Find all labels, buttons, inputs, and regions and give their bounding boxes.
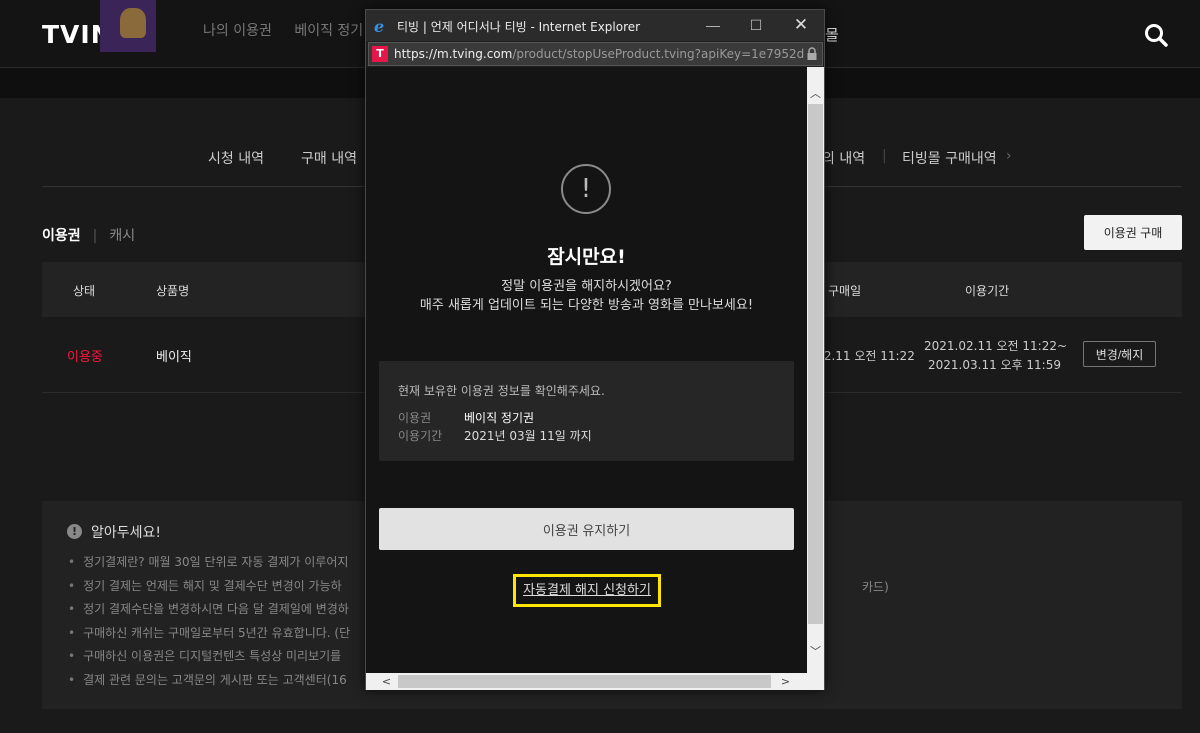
nav-basic-plan[interactable]: 베이직 정기 — [294, 23, 363, 39]
scroll-corner — [807, 673, 824, 690]
scroll-down-icon[interactable]: ﹀ — [807, 643, 824, 660]
close-button[interactable]: ✕ — [783, 14, 819, 36]
vertical-scrollbar[interactable]: ︿ ﹀ — [807, 67, 824, 673]
exclamation-icon: ! — [67, 524, 82, 539]
list-item: 정기 결제수단을 변경하시면 다음 달 결제일에 변경하 — [68, 600, 350, 624]
search-icon[interactable] — [1143, 22, 1169, 48]
url-text[interactable]: https://m.tving.com/product/stopUseProdu… — [394, 47, 804, 61]
subtab-ticket[interactable]: 이용권 — [42, 228, 81, 244]
lock-icon — [807, 47, 817, 60]
address-bar[interactable]: T https://m.tving.com/product/stopUsePro… — [368, 42, 823, 66]
desc-line-2: 매주 새롭게 업데이트 되는 다양한 방송과 영화를 만나보세요! — [419, 298, 754, 313]
col-status: 상태 — [73, 284, 96, 298]
minimize-button[interactable]: — — [695, 14, 731, 36]
tab-purchase-history[interactable]: 구매 내역 — [301, 148, 357, 168]
avatar-image — [120, 8, 146, 38]
popup-content: ! 잠시만요! 정말 이용권을 해지하시겠어요? 매주 새롭게 업데이트 되는 … — [366, 67, 807, 673]
internet-explorer-icon: e — [374, 17, 385, 36]
desc-line-1: 정말 이용권을 해지하시겠어요? — [501, 279, 672, 294]
window-title: 티빙 | 언제 어디서나 티빙 - Internet Explorer — [397, 20, 641, 34]
ie-popup-window: e 티빙 | 언제 어디서나 티빙 - Internet Explorer — … — [365, 9, 825, 690]
col-product: 상품명 — [156, 284, 190, 298]
chevron-right-icon[interactable]: › — [1006, 148, 1012, 164]
scroll-right-icon[interactable]: > — [777, 673, 794, 690]
horizontal-scrollbar[interactable]: < > — [366, 673, 807, 690]
ticket-label: 이용권 — [398, 411, 432, 425]
col-purchase-date: 구매일 — [828, 284, 862, 298]
info-heading: 현재 보유한 이용권 정보를 확인해주세요. — [398, 384, 605, 398]
vertical-scroll-thumb[interactable] — [808, 104, 823, 624]
period-end: 2021.03.11 오후 11:59 — [928, 358, 1061, 372]
nav-my-ticket[interactable]: 나의 이용권 — [203, 23, 272, 39]
keep-ticket-button[interactable]: 이용권 유지하기 — [379, 508, 794, 550]
product-name: 베이직 — [156, 350, 192, 365]
scroll-left-icon[interactable]: < — [378, 673, 395, 690]
buy-ticket-button[interactable]: 이용권 구매 — [1084, 215, 1182, 250]
cancel-autopay-link[interactable]: 자동결제 해지 신청하기 — [513, 574, 661, 607]
ticket-info-box: 현재 보유한 이용권 정보를 확인해주세요. 이용권 베이직 정기권 이용기간 … — [379, 361, 794, 461]
scroll-up-icon[interactable]: ︿ — [807, 85, 824, 102]
notice-tail-text: 카드) — [862, 580, 889, 594]
col-period: 이용기간 — [965, 284, 1010, 298]
list-item: 결제 관련 문의는 고객문의 게시판 또는 고객센터(16 — [68, 671, 350, 695]
list-item: 정기결제란? 매월 30일 단위로 자동 결제가 이루어지 — [68, 553, 350, 577]
period-start: 2021.02.11 오전 11:22~ — [924, 339, 1068, 353]
notice-title: 알아두세요! — [91, 525, 162, 541]
popup-heading: 잠시만요! — [547, 246, 626, 268]
url-path: /product/stopUseProduct.tving?apiKey=1e7… — [512, 47, 804, 61]
tab-divider: | — [882, 148, 887, 164]
change-cancel-button[interactable]: 변경/해지 — [1083, 341, 1156, 367]
tving-favicon-icon: T — [372, 46, 388, 62]
maximize-button[interactable]: ☐ — [738, 14, 774, 36]
purchase-date: .2.11 오전 11:22 — [820, 349, 915, 363]
top-nav: 나의 이용권 베이직 정기 — [203, 20, 381, 40]
profile-avatar[interactable] — [100, 0, 156, 52]
subtab-cash[interactable]: 캐시 — [109, 228, 135, 244]
list-item: 정기 결제는 언제든 해지 및 결제수단 변경이 가능하 — [68, 577, 350, 601]
window-titlebar[interactable]: e 티빙 | 언제 어디서나 티빙 - Internet Explorer — … — [366, 10, 824, 41]
popup-description: 정말 이용권을 해지하시겠어요? 매주 새롭게 업데이트 되는 다양한 방송과 … — [366, 277, 807, 315]
nav-mall[interactable]: 몰 — [825, 24, 839, 45]
status-badge: 이용중 — [67, 350, 103, 365]
list-item: 구매하신 이용권은 디지털컨텐츠 특성상 미리보기를 — [68, 647, 350, 671]
cancel-autopay-label: 자동결제 해지 신청하기 — [523, 583, 651, 598]
tab-other-history[interactable]: 의 내역 — [822, 148, 865, 168]
url-host: https://m.tving.com — [394, 47, 513, 61]
tab-mall-history[interactable]: 티빙몰 구매내역 — [902, 148, 997, 168]
list-item: 구매하신 캐쉬는 구매일로부터 5년간 유효합니다. (단 — [68, 624, 350, 648]
tab-watch-history[interactable]: 시청 내역 — [208, 148, 264, 168]
notice-list: 정기결제란? 매월 30일 단위로 자동 결제가 이루어지 정기 결제는 언제든… — [68, 553, 350, 694]
exclamation-circle-icon: ! — [561, 164, 611, 214]
period-label: 이용기간 — [398, 429, 443, 443]
sub-tabs: 이용권 | 캐시 — [42, 225, 135, 245]
ticket-value: 베이직 정기권 — [464, 411, 535, 425]
horizontal-scroll-thumb[interactable] — [398, 675, 771, 688]
period-value: 2021년 03월 11일 까지 — [464, 429, 592, 443]
subtab-separator: | — [92, 228, 98, 244]
